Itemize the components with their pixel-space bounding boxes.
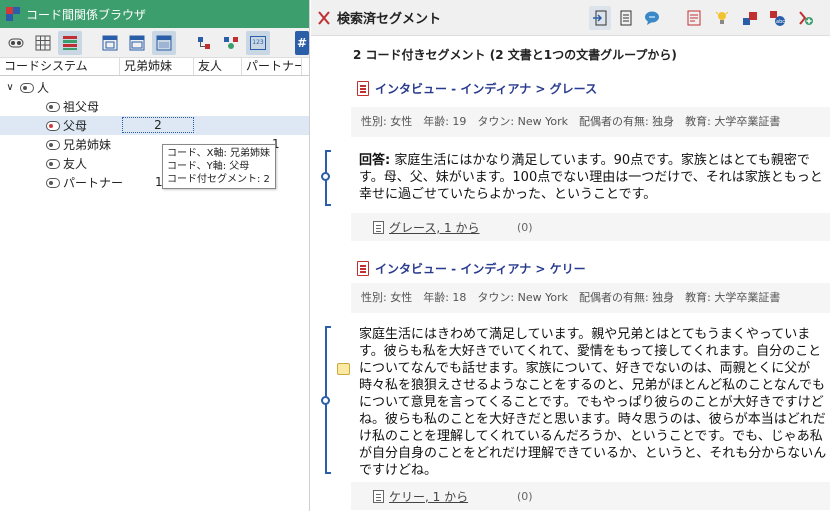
export-icon	[593, 10, 607, 26]
row-label: 友人	[63, 157, 88, 171]
layout-c-icon[interactable]	[152, 30, 176, 55]
col-friends[interactable]: 友人	[194, 58, 242, 75]
segment-bracket[interactable]	[321, 150, 331, 206]
add-code-icon	[799, 11, 813, 25]
proximity-icon[interactable]	[219, 31, 243, 55]
root-label: 人	[37, 81, 50, 95]
row-label: パートナー	[63, 176, 124, 190]
document-header[interactable]: インタビュー - インディアナ > ケリー	[357, 260, 586, 277]
document-variables: 性別: 女性 年齢: 18 タウン: New York 配偶者の有無: 独身 教…	[351, 283, 830, 313]
abc-icon: abc	[770, 11, 785, 26]
segment-bracket[interactable]	[321, 326, 331, 474]
tooltip-line: コード付セグメント: 2	[167, 174, 270, 185]
memo-icon[interactable]	[337, 363, 350, 375]
source-link[interactable]: ケリー, 1 から	[389, 488, 468, 505]
document-icon	[357, 81, 369, 96]
count-badge-button[interactable]: 123	[246, 30, 270, 55]
document-view-button[interactable]	[615, 6, 637, 30]
segment-body: 家庭生活にはかなり満足しています。90点です。家族とはとても親密です。母、父、妹…	[359, 153, 823, 202]
layout-b-icon[interactable]	[125, 31, 149, 55]
tooltip-line: コード、Y軸: 父母	[167, 161, 250, 172]
tooltip-line: コード、X軸: 兄弟姉妹	[167, 148, 270, 159]
coded-segment-text: 回答: 家庭生活にはかなり満足しています。90点です。家族とはとても親密です。母…	[359, 152, 830, 203]
col-partner[interactable]: パートナー	[242, 58, 302, 75]
left-title-bar: コード間関係ブラウザ	[0, 0, 309, 28]
hash-button[interactable]: #	[295, 30, 309, 55]
retrieved-segments-panel: 検索済セグメント abc 2 コード付きセグメント (2 文書と1つの文書グルー…	[311, 0, 830, 511]
code-relations-browser: コード間関係ブラウザ 123 # コードシステム 兄弟姉妹 友人 パートナー ∨…	[0, 0, 310, 511]
overview-button[interactable]	[683, 6, 705, 30]
tree-row-parents[interactable]: 父母 2	[0, 116, 309, 135]
right-title-bar: 検索済セグメント abc	[311, 0, 830, 36]
tree-root[interactable]: ∨ 人	[0, 78, 309, 97]
highlight-button[interactable]	[711, 6, 733, 30]
comment-icon	[645, 11, 659, 25]
row-label: 兄弟姉妹	[63, 138, 112, 152]
right-title: 検索済セグメント	[337, 12, 442, 27]
segment-prefix: 回答:	[359, 153, 391, 168]
tree-row-grandparents[interactable]: 祖父母	[0, 97, 309, 116]
lightbulb-icon	[715, 11, 729, 24]
abc-button[interactable]: abc	[767, 6, 789, 30]
column-header: コードシステム 兄弟姉妹 友人 パートナー	[0, 58, 309, 76]
layout-a-icon[interactable]	[98, 31, 122, 55]
color-squares-icon	[743, 12, 757, 25]
segment-source-row: グレース, 1 から (0)	[351, 213, 830, 241]
col-code-system[interactable]: コードシステム	[0, 58, 120, 75]
left-title: コード間関係ブラウザ	[26, 7, 147, 22]
source-document-icon	[373, 489, 384, 503]
add-code-button[interactable]	[795, 6, 817, 30]
memo-count: (0)	[517, 220, 533, 234]
coded-segment-text: 家庭生活にはきわめて満足しています。親や兄弟とはとてもうまくやっています。彼らも…	[359, 326, 830, 479]
expand-chevron-icon[interactable]: ∨	[0, 82, 20, 93]
document-variables: 性別: 女性 年齢: 19 タウン: New York 配偶者の有無: 独身 教…	[351, 107, 830, 137]
results-summary: 2 コード付きセグメント (2 文書と1つの文書グループから)	[353, 48, 677, 62]
document-icon	[620, 10, 632, 26]
right-toolbar-view	[589, 6, 663, 30]
count-badge-icon: 123	[250, 35, 266, 50]
svg-text:abc: abc	[776, 19, 785, 25]
intersect-icon[interactable]	[192, 31, 216, 55]
app-logo-icon	[6, 7, 20, 21]
row-label: 父母	[63, 119, 88, 133]
memo-count: (0)	[517, 489, 533, 503]
grid-view-icon[interactable]	[31, 31, 55, 55]
comment-button[interactable]	[641, 6, 663, 30]
code-color-button[interactable]	[739, 6, 761, 30]
document-path[interactable]: インタビュー - インディアナ > ケリー	[375, 260, 586, 277]
segment-source-row: ケリー, 1 から (0)	[351, 482, 830, 510]
document-header[interactable]: インタビュー - インディアナ > グレース	[357, 80, 597, 97]
code-icon	[46, 177, 60, 188]
code-icon	[46, 139, 60, 150]
segment-handle-icon[interactable]	[321, 396, 330, 405]
left-toolbar: 123 #	[0, 28, 309, 58]
source-document-icon	[373, 220, 384, 234]
source-link[interactable]: グレース, 1 から	[389, 219, 479, 236]
segment-handle-icon[interactable]	[321, 172, 330, 181]
color-rows-icon[interactable]	[58, 30, 82, 55]
right-toolbar-tools: abc	[683, 6, 817, 30]
code-icon	[20, 82, 34, 93]
export-button[interactable]	[589, 6, 611, 30]
retrieved-segments-icon	[318, 10, 330, 25]
segment-body: 家庭生活にはきわめて満足しています。親や兄弟とはとてもうまくやっています。彼らも…	[359, 327, 827, 478]
row-label: 祖父母	[63, 100, 100, 114]
cell-tooltip: コード、X軸: 兄弟姉妹 コード、Y軸: 父母 コード付セグメント: 2	[162, 144, 276, 189]
code-icon	[46, 158, 60, 169]
document-icon	[357, 261, 369, 276]
matrix-cell-selected[interactable]: 2	[122, 117, 194, 133]
col-siblings[interactable]: 兄弟姉妹	[120, 58, 194, 75]
document-path[interactable]: インタビュー - インディアナ > グレース	[375, 80, 597, 97]
overview-icon	[687, 10, 701, 26]
code-icon	[46, 101, 60, 112]
code-icon	[46, 120, 60, 131]
code-filter-icon[interactable]	[4, 31, 28, 55]
